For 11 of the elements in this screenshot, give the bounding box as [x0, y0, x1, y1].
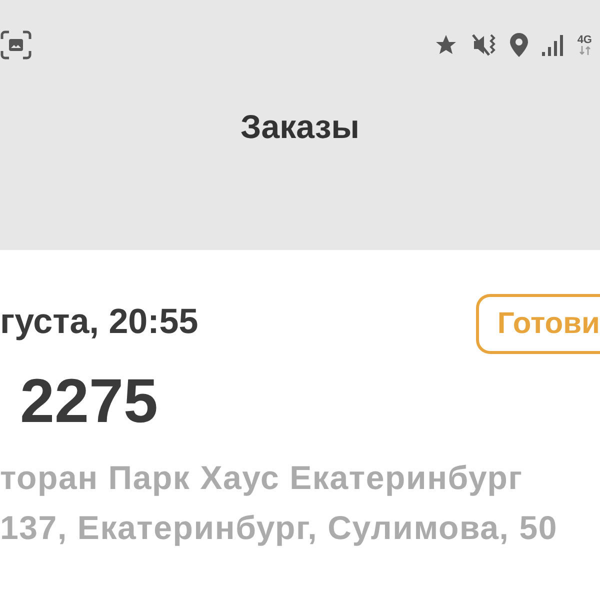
data-arrows-icon [578, 46, 591, 55]
order-date: густа, 20:55 [0, 302, 198, 342]
restaurant-address: 137, Екатеринбург, Сулимова, 50 [0, 509, 559, 547]
page-title: Заказы [240, 107, 360, 146]
location-icon [509, 32, 530, 58]
network-type: 4G [577, 35, 592, 55]
restaurant-name: торан Парк Хаус Екатеринбург [0, 459, 524, 497]
muted-vibrate-icon [471, 32, 498, 58]
status-button[interactable]: Готови [476, 294, 600, 354]
signal-icon [541, 33, 566, 57]
order-number: 2275 [20, 366, 159, 437]
